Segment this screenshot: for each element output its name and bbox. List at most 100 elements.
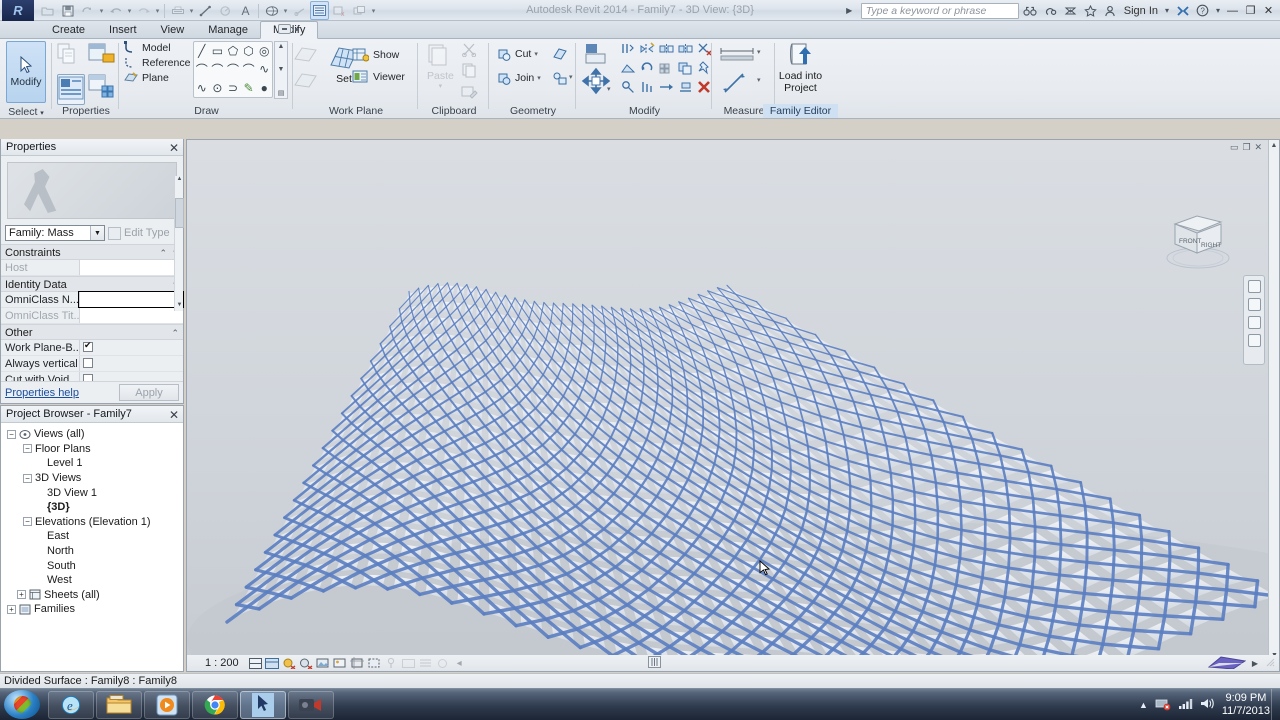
cut-icon[interactable] (461, 42, 478, 60)
navigation-bar[interactable] (1243, 275, 1265, 365)
expander-icon[interactable]: − (23, 517, 32, 527)
chevron-down-icon[interactable]: ▾ (757, 48, 761, 56)
property-row[interactable]: Host (1, 260, 183, 276)
match-type-properties-icon[interactable] (461, 84, 478, 102)
scroll-down-icon[interactable]: ▼ (175, 302, 184, 311)
collapse-icon[interactable]: ⌃ (159, 245, 167, 261)
draw-partial-ellipse-icon[interactable]: ⊙ (210, 79, 226, 97)
section-icon[interactable] (290, 1, 309, 20)
save-icon[interactable] (58, 1, 77, 20)
draw-rectangle-icon[interactable]: ▭ (210, 42, 226, 60)
property-value-omniclass-number[interactable] (78, 291, 184, 308)
resize-grip-icon[interactable] (1264, 656, 1275, 670)
draw-arc-center-ends-icon[interactable]: ⌒ (210, 60, 226, 78)
tree-node-families[interactable]: + Families (3, 602, 183, 617)
chevron-right-icon[interactable]: ▶ (1252, 659, 1258, 668)
tree-node-south[interactable]: South (3, 558, 183, 573)
aligned-dimension-icon[interactable] (216, 1, 235, 20)
sign-in-button[interactable]: Sign In (1122, 5, 1160, 17)
tab-create[interactable]: Create (40, 22, 97, 39)
family-category-icon[interactable] (88, 42, 116, 71)
trim-extend-single-icon[interactable] (640, 80, 655, 97)
minimize-button[interactable]: — (1225, 4, 1240, 18)
mirror-pick-axis-icon[interactable] (640, 42, 655, 59)
tree-node-views-all[interactable]: − Views (all) (3, 427, 183, 442)
draw-point-icon[interactable]: ● (256, 79, 272, 97)
tab-view[interactable]: View (149, 22, 197, 39)
rotate-icon[interactable] (640, 61, 655, 78)
open-icon[interactable] (38, 1, 57, 20)
tree-node-level-1[interactable]: Level 1 (3, 456, 183, 471)
rotate-mirror-icon[interactable] (678, 42, 693, 59)
work-plane-based-checkbox[interactable] (83, 340, 93, 352)
type-selector[interactable]: Family: Mass ▼ (5, 225, 105, 241)
geometry-cut-button[interactable]: Cut ▾ (496, 47, 538, 61)
sign-in-avatar-icon[interactable] (1102, 2, 1119, 19)
scroll-up-icon[interactable]: ▲ (278, 43, 285, 50)
measure-between-references-icon[interactable] (720, 47, 754, 66)
properties-scrollbar[interactable]: ▲ ▼ (174, 176, 184, 311)
draw-reference-button[interactable]: Reference (124, 56, 190, 69)
draw-fillet-arc-icon[interactable]: ⌒ (241, 60, 257, 78)
detail-level-icon[interactable] (247, 656, 264, 671)
property-group-identity-data[interactable]: Identity Data ⌃ (1, 276, 183, 292)
properties-icon[interactable] (57, 74, 85, 105)
tree-node-north[interactable]: North (3, 544, 183, 559)
pan-icon[interactable] (1247, 298, 1261, 311)
chevron-down-icon[interactable]: ▾ (534, 50, 538, 58)
taskbar-windows-explorer[interactable] (96, 691, 142, 719)
steering-wheel-icon[interactable] (1247, 280, 1261, 293)
chevron-down-icon[interactable]: ▾ (439, 82, 443, 90)
view-scale[interactable]: 1 : 200 (187, 657, 247, 669)
geometry-join-button[interactable]: Join ▾ (496, 71, 541, 85)
render-icon[interactable] (332, 656, 349, 671)
infocenter-chevron-icon[interactable]: ▶ (841, 2, 858, 19)
chevron-down-icon[interactable]: ▾ (282, 7, 289, 15)
draw-polygon-inscribed-icon[interactable]: ⬠ (225, 42, 241, 60)
split-element-icon[interactable] (621, 80, 636, 97)
worksharing-display-icon[interactable] (417, 656, 434, 671)
visual-style-icon[interactable] (264, 656, 281, 671)
property-row[interactable]: Always vertical (1, 356, 183, 372)
draw-polygon-circumscribed-icon[interactable]: ⬡ (241, 42, 257, 60)
print-icon[interactable] (168, 1, 187, 20)
workplane-viewer-button[interactable]: Viewer (352, 69, 405, 84)
expander-icon[interactable]: − (23, 444, 32, 454)
switch-windows-icon[interactable] (350, 1, 369, 20)
tree-node-3d-active[interactable]: {3D} (3, 500, 183, 515)
chevron-down-icon[interactable]: ▾ (757, 76, 761, 84)
draw-plane-button[interactable]: Plane (124, 71, 190, 84)
analytical-model-icon[interactable] (434, 656, 451, 671)
load-into-project-button[interactable]: Load into Project (763, 42, 838, 94)
tree-node-3d-views[interactable]: − 3D Views (3, 471, 183, 486)
close-button[interactable]: ✕ (1261, 4, 1276, 18)
close-icon[interactable]: ✕ (1255, 142, 1263, 153)
chevron-down-icon[interactable]: ▾ (1163, 2, 1171, 19)
tab-manage[interactable]: Manage (196, 22, 260, 39)
tree-node-elevations[interactable]: − Elevations (Elevation 1) (3, 515, 183, 530)
search-binoculars-icon[interactable] (1022, 2, 1039, 19)
edit-type-button[interactable]: Edit Type (108, 226, 170, 240)
search-input[interactable]: Type a keyword or phrase (860, 2, 1019, 19)
chevron-down-icon[interactable]: ▾ (607, 85, 611, 93)
network-error-icon[interactable] (1155, 697, 1171, 714)
application-menu-button[interactable]: R (2, 0, 34, 21)
tree-node-east[interactable]: East (3, 529, 183, 544)
property-value[interactable] (79, 356, 183, 371)
expander-icon[interactable]: + (7, 604, 16, 614)
draw-arc-tangent-end-icon[interactable]: ⌒ (225, 60, 241, 78)
align-icon[interactable] (584, 42, 610, 69)
property-row[interactable]: OmniClass N... (1, 291, 184, 308)
show-hidden-icons-icon[interactable]: ▲ (1139, 700, 1148, 710)
scroll-up-icon[interactable]: ▲ (175, 176, 184, 185)
taskbar-media-player[interactable] (144, 691, 190, 719)
property-row[interactable]: OmniClass Tit... (1, 308, 183, 324)
shadows-icon[interactable] (298, 656, 315, 671)
restore-button[interactable]: ❐ (1243, 4, 1258, 18)
unpin-icon[interactable] (678, 80, 693, 97)
autodesk-exchange-icon[interactable] (1174, 2, 1191, 19)
properties-help-link[interactable]: Properties help (5, 387, 79, 399)
restore-icon[interactable]: ❐ (1242, 142, 1250, 153)
3d-model-canvas[interactable]: (function(){ const g = document.getEleme… (187, 140, 1279, 671)
chevron-right-icon[interactable]: ◂ (451, 656, 468, 671)
